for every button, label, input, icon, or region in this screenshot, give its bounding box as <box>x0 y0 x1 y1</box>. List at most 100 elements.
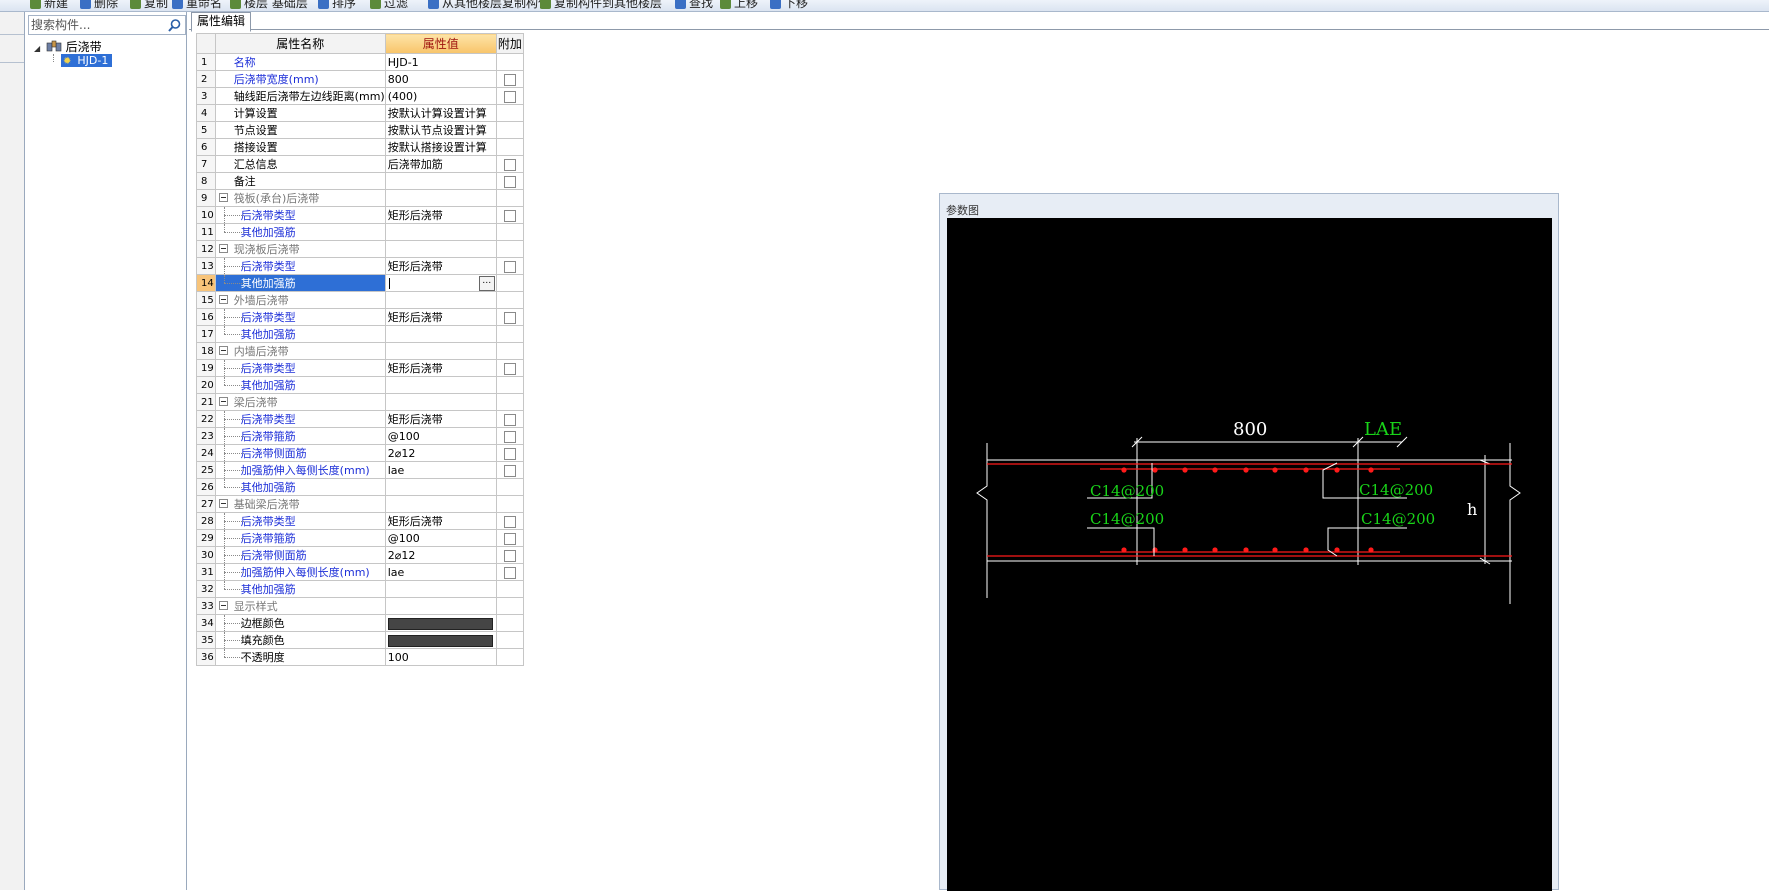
row-number[interactable]: 10 <box>196 206 216 224</box>
property-name-cell[interactable]: 后浇带类型 <box>214 206 386 224</box>
additional-cell[interactable] <box>495 393 525 411</box>
property-row[interactable]: 26 其他加强筋 <box>196 478 525 496</box>
property-name-cell[interactable]: 备注 <box>214 172 386 190</box>
property-name-cell[interactable]: 加强筋伸入每侧长度(mm) <box>214 563 386 581</box>
row-number[interactable]: 3 <box>196 87 216 105</box>
row-number[interactable]: 7 <box>196 155 216 173</box>
property-row[interactable]: 22 后浇带类型 矩形后浇带 <box>196 410 525 428</box>
additional-cell[interactable] <box>495 189 525 207</box>
search-input[interactable] <box>31 17 163 33</box>
property-name-cell[interactable]: 基础梁后浇带 <box>214 495 386 513</box>
collapse-minus-icon[interactable] <box>218 193 228 202</box>
property-row[interactable]: 29 后浇带箍筋 @100 <box>196 529 525 547</box>
property-name-cell[interactable]: 外墙后浇带 <box>214 291 386 309</box>
additional-cell[interactable] <box>495 87 525 105</box>
row-number[interactable]: 22 <box>196 410 216 428</box>
additional-cell[interactable] <box>495 274 525 292</box>
additional-checkbox[interactable] <box>503 73 516 86</box>
tree-node-hjd-1[interactable]: ✹ HJD-1 <box>61 54 113 67</box>
property-row[interactable]: 23 后浇带箍筋 @100 <box>196 427 525 445</box>
toolbar-button[interactable]: 复制 <box>130 0 168 10</box>
row-number[interactable]: 12 <box>196 240 216 258</box>
property-row[interactable]: 35 填充颜色 <box>196 631 525 649</box>
property-name-cell[interactable]: 计算设置 <box>214 104 386 122</box>
additional-cell[interactable] <box>495 70 525 88</box>
property-row[interactable]: 20 其他加强筋 <box>196 376 525 394</box>
additional-checkbox[interactable] <box>503 566 516 579</box>
additional-checkbox[interactable] <box>503 158 516 171</box>
property-value-cell[interactable]: 后浇带加筋 <box>384 155 497 173</box>
additional-cell[interactable] <box>495 138 525 156</box>
additional-checkbox[interactable] <box>503 447 516 460</box>
row-number[interactable]: 25 <box>196 461 216 479</box>
row-number[interactable]: 35 <box>196 631 216 649</box>
toolbar-button[interactable]: 下移 <box>770 0 808 10</box>
additional-cell[interactable] <box>495 291 525 309</box>
property-row[interactable]: 7 汇总信息 后浇带加筋 <box>196 155 525 173</box>
row-number[interactable]: 6 <box>196 138 216 156</box>
property-name-cell[interactable]: 名称 <box>214 53 386 71</box>
row-number[interactable]: 13 <box>196 257 216 275</box>
row-number[interactable]: 26 <box>196 478 216 496</box>
additional-cell[interactable] <box>495 512 525 530</box>
property-name-cell[interactable]: 其他加强筋 <box>214 325 386 343</box>
tab-property-edit[interactable]: 属性编辑 <box>191 12 252 32</box>
additional-checkbox[interactable] <box>503 549 516 562</box>
additional-cell[interactable] <box>495 631 525 649</box>
property-name-cell[interactable]: 内墙后浇带 <box>214 342 386 360</box>
header-extra[interactable]: 附加 <box>495 33 525 54</box>
property-row[interactable]: 28 后浇带类型 矩形后浇带 <box>196 512 525 530</box>
property-name-cell[interactable]: 后浇带侧面筋 <box>214 444 386 462</box>
row-number[interactable]: 15 <box>196 291 216 309</box>
property-row[interactable]: 4 计算设置 按默认计算设置计算 <box>196 104 525 122</box>
property-row[interactable]: 31 加强筋伸入每侧长度(mm) lae <box>196 563 525 581</box>
additional-cell[interactable] <box>495 614 525 632</box>
property-value-cell[interactable]: @100 <box>384 529 497 547</box>
header-name[interactable]: 属性名称 <box>214 33 386 54</box>
search-icon[interactable] <box>167 18 182 33</box>
additional-checkbox[interactable] <box>503 311 516 324</box>
property-row[interactable]: 8 备注 <box>196 172 525 190</box>
toolbar-button[interactable]: 从其他楼层复制构件 <box>428 0 550 10</box>
row-number[interactable]: 19 <box>196 359 216 377</box>
property-row[interactable]: 2 后浇带宽度(mm) 800 <box>196 70 525 88</box>
property-name-cell[interactable]: 轴线距后浇带左边线距离(mm) <box>214 87 386 105</box>
collapse-minus-icon[interactable] <box>218 244 228 253</box>
additional-cell[interactable] <box>495 648 525 666</box>
row-number[interactable]: 29 <box>196 529 216 547</box>
property-value-cell[interactable] <box>384 342 497 360</box>
property-value-cell[interactable] <box>384 240 497 258</box>
row-number[interactable]: 28 <box>196 512 216 530</box>
additional-cell[interactable] <box>495 597 525 615</box>
property-value-cell[interactable]: 2⌀12 <box>384 546 497 564</box>
property-value-cell[interactable]: HJD-1 <box>384 53 497 71</box>
property-row[interactable]: 16 后浇带类型 矩形后浇带 <box>196 308 525 326</box>
toolbar-button[interactable]: 复制构件到其他楼层 <box>540 0 662 10</box>
row-number[interactable]: 31 <box>196 563 216 581</box>
toolbar-button[interactable]: 查找 <box>675 0 713 10</box>
property-row[interactable]: 1 名称 HJD-1 <box>196 53 525 71</box>
property-name-cell[interactable]: 后浇带类型 <box>214 512 386 530</box>
property-value-cell[interactable]: 按默认搭接设置计算 <box>384 138 497 156</box>
property-value-cell[interactable]: 800 <box>384 70 497 88</box>
property-row[interactable]: 24 后浇带侧面筋 2⌀12 <box>196 444 525 462</box>
property-row[interactable]: 34 边框颜色 <box>196 614 525 632</box>
additional-checkbox[interactable] <box>503 430 516 443</box>
property-value-cell[interactable]: 2⌀12 <box>384 444 497 462</box>
toolbar-button[interactable]: 楼层 基础层 <box>230 0 308 10</box>
property-name-cell[interactable]: 后浇带类型 <box>214 308 386 326</box>
property-row[interactable]: 36 不透明度 100 <box>196 648 525 666</box>
property-name-cell[interactable]: 其他加强筋 <box>214 223 386 241</box>
toolbar-button[interactable]: 新建 <box>30 0 68 10</box>
row-number[interactable]: 14 <box>196 274 216 292</box>
property-row[interactable]: 25 加强筋伸入每侧长度(mm) lae <box>196 461 525 479</box>
additional-cell[interactable] <box>495 444 525 462</box>
property-name-cell[interactable]: 节点设置 <box>214 121 386 139</box>
property-value-cell[interactable]: 按默认计算设置计算 <box>384 104 497 122</box>
property-value-cell[interactable] <box>384 223 497 241</box>
additional-cell[interactable] <box>495 580 525 598</box>
tree-node-root[interactable]: ◢ 后浇带 <box>34 40 102 54</box>
additional-cell[interactable] <box>495 257 525 275</box>
row-number[interactable]: 24 <box>196 444 216 462</box>
row-number[interactable]: 8 <box>196 172 216 190</box>
